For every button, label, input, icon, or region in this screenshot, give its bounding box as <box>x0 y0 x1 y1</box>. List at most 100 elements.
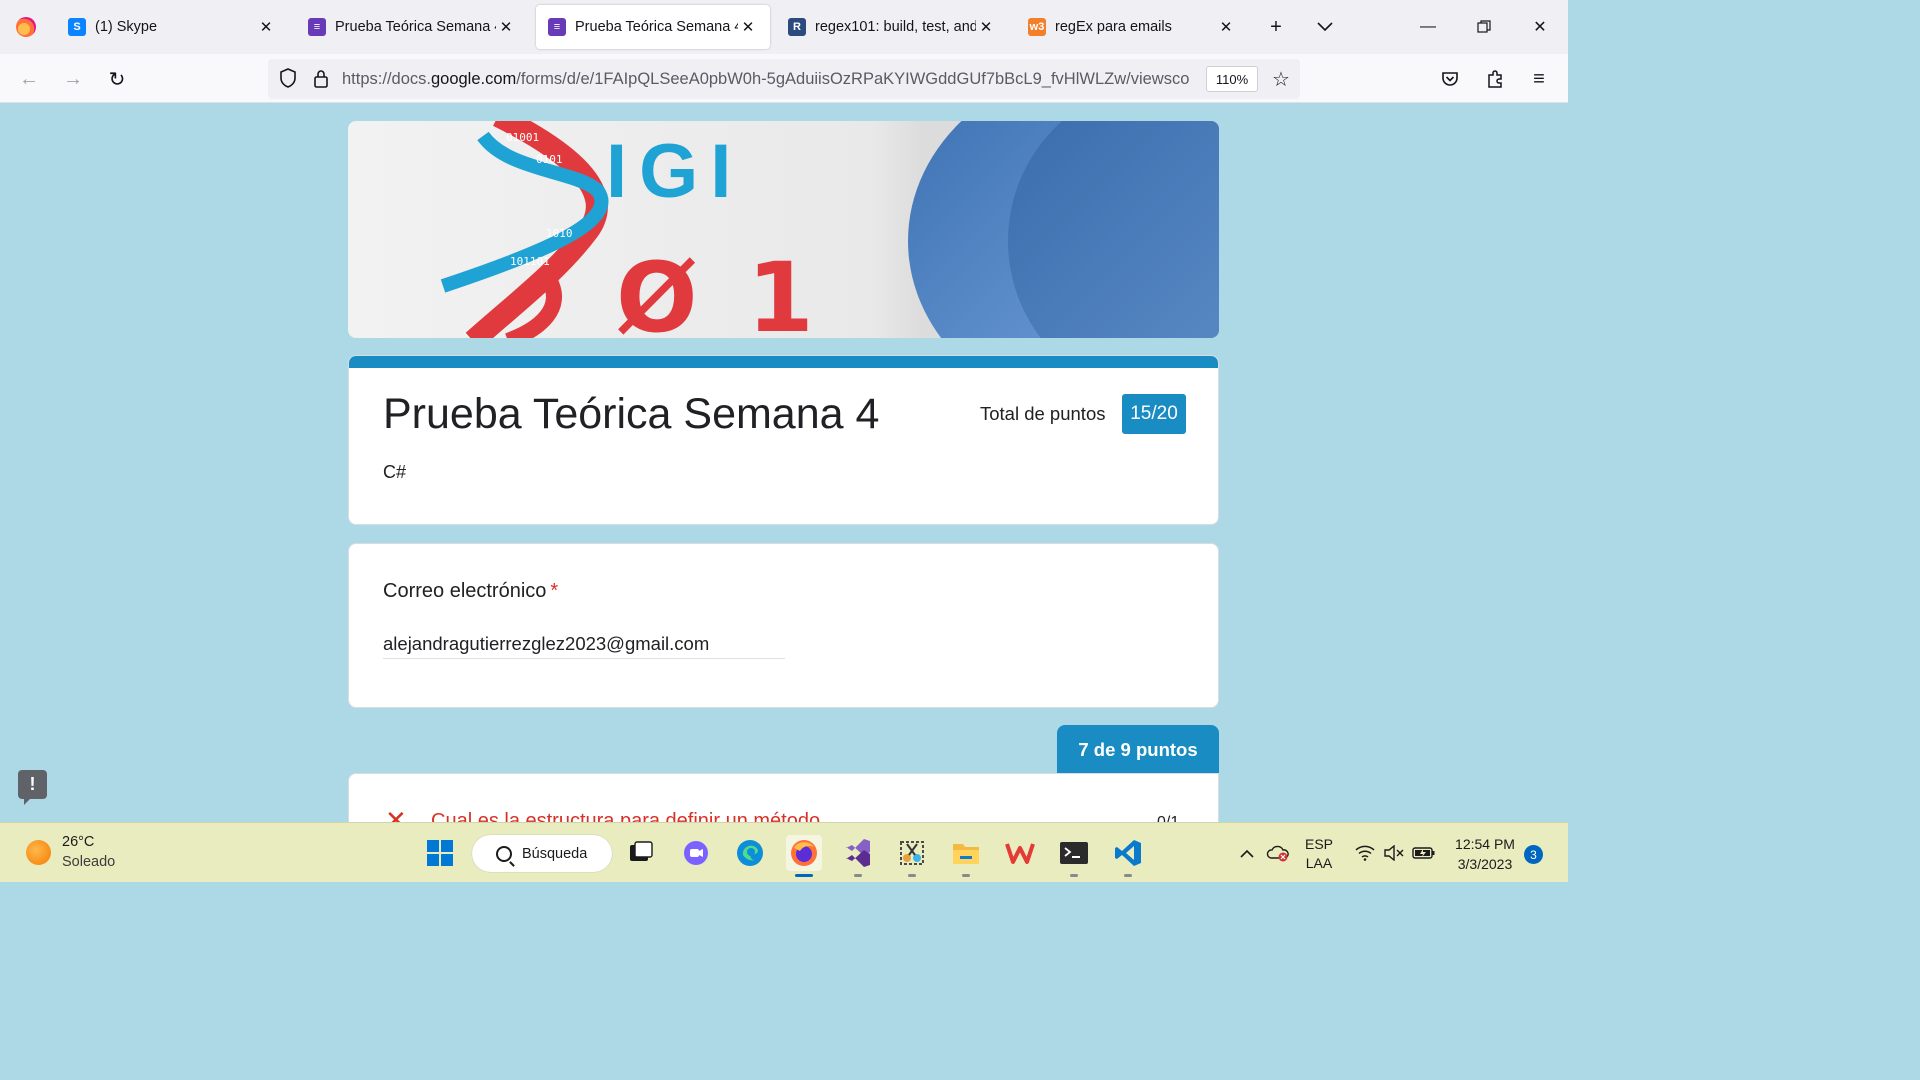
input-language-indicator[interactable]: ESP LAA <box>1302 835 1336 873</box>
tab-regex-emails[interactable]: w3 regEx para emails ✕ <box>1016 0 1248 54</box>
tab-label: Prueba Teórica Semana 4 <box>575 19 738 35</box>
form-header-banner: 01001 0101 1010 101101 IGI Ø 1 <box>348 121 1219 338</box>
wps-office-icon[interactable] <box>1002 835 1038 871</box>
snipping-tool-icon[interactable] <box>894 835 930 877</box>
regex101-icon: R <box>788 18 806 36</box>
email-question-label: Correo electrónico * <box>383 580 558 603</box>
weather-temperature[interactable]: 26°C <box>62 834 94 850</box>
taskbar-search-box[interactable]: Búsqueda <box>472 835 612 872</box>
windows-taskbar: 26°C Soleado Búsqueda ESP LAA 12:54 PM 3… <box>0 822 1568 882</box>
file-explorer-folder-icon[interactable] <box>948 835 984 877</box>
dna-bits-4: 101101 <box>510 255 550 268</box>
tracking-protection-shield-icon[interactable] <box>278 67 298 89</box>
tab-skype[interactable]: S (1) Skype ✕ <box>56 0 288 54</box>
tab-label: (1) Skype <box>95 19 158 35</box>
sun-weather-icon[interactable] <box>26 840 51 865</box>
forward-arrow-icon[interactable]: → <box>57 63 89 95</box>
email-answer-value: alejandragutierrezglez2023@gmail.com <box>383 633 785 659</box>
battery-charging-icon[interactable] <box>1410 823 1438 883</box>
report-feedback-icon[interactable]: ! <box>18 770 47 805</box>
reload-icon[interactable]: ↻ <box>101 63 133 95</box>
search-icon <box>496 845 512 862</box>
url-prefix: https://docs. <box>342 70 431 88</box>
email-label-text: Correo electrónico <box>383 580 547 602</box>
tab-label: regex101: build, test, and d <box>815 19 976 35</box>
list-all-tabs-chevron-icon[interactable] <box>1310 12 1340 42</box>
new-tab-plus-icon[interactable]: + <box>1261 12 1291 42</box>
windows-start-icon[interactable] <box>422 835 458 871</box>
firefox-taskbar-icon[interactable] <box>786 835 822 877</box>
running-indicator <box>1124 874 1132 877</box>
total-points-badge: 15/20 <box>1122 394 1186 434</box>
clock-time: 12:54 PM <box>1455 836 1515 852</box>
zoom-level-button[interactable]: 110% <box>1206 66 1258 92</box>
task-view-icon[interactable] <box>623 835 659 871</box>
google-forms-icon: ≡ <box>548 18 566 36</box>
tab-regex101[interactable]: R regex101: build, test, and d ✕ <box>776 0 1008 54</box>
dna-bits-3: 1010 <box>546 227 573 240</box>
terminal-icon[interactable] <box>1056 835 1092 877</box>
w3schools-icon: w3 <box>1028 18 1046 36</box>
address-bar[interactable]: https://docs.google.com/forms/d/e/1FAIpQ… <box>268 59 1300 99</box>
clock-date: 3/3/2023 <box>1457 856 1513 872</box>
logo-number-01: Ø 1 <box>616 242 822 338</box>
hamburger-menu-icon[interactable]: ≡ <box>1523 63 1555 95</box>
total-points-label: Total de puntos <box>980 403 1106 424</box>
close-window-icon[interactable]: ✕ <box>1512 0 1568 54</box>
close-tab-icon[interactable]: ✕ <box>1216 17 1236 37</box>
volume-muted-icon[interactable] <box>1381 823 1407 883</box>
google-forms-icon: ≡ <box>308 18 326 36</box>
url-path: /forms/d/e/1FAIpQLSeeA0pbW0h-5gAduiisOzR… <box>516 70 1190 88</box>
sigi-01-logo: 01001 0101 1010 101101 IGI Ø 1 <box>440 121 822 338</box>
close-tab-icon[interactable]: ✕ <box>738 17 758 37</box>
email-question-card: Correo electrónico * alejandragutierrezgl… <box>348 543 1219 708</box>
form-title: Prueba Teórica Semana 4 <box>383 390 880 438</box>
notification-count-badge[interactable]: 3 <box>1524 845 1543 864</box>
close-tab-icon[interactable]: ✕ <box>976 17 996 37</box>
restore-window-icon[interactable] <box>1456 0 1512 54</box>
search-label: Búsqueda <box>522 845 588 862</box>
close-tab-icon[interactable]: ✕ <box>496 17 516 37</box>
wifi-icon[interactable] <box>1352 823 1378 883</box>
vscode-icon[interactable] <box>1110 835 1146 877</box>
form-description: C# <box>383 462 407 482</box>
minimize-window-icon[interactable]: — <box>1400 0 1456 54</box>
tab-prueba-2-active[interactable]: ≡ Prueba Teórica Semana 4 ✕ <box>536 5 770 49</box>
logo-letters-igi: IGI <box>606 129 743 214</box>
visual-studio-icon[interactable] <box>840 835 876 877</box>
weather-description[interactable]: Soleado <box>62 854 115 870</box>
extensions-puzzle-icon[interactable] <box>1479 63 1511 95</box>
active-indicator <box>795 874 813 877</box>
skype-icon: S <box>68 18 86 36</box>
browser-navigation-bar: ← → ↻ https://docs.google.com/forms/d/e/… <box>0 54 1568 103</box>
url-domain: google.com <box>430 70 517 88</box>
edge-browser-icon[interactable] <box>732 835 768 871</box>
running-indicator <box>1070 874 1078 877</box>
onedrive-error-icon[interactable] <box>1264 823 1292 883</box>
teams-chat-icon[interactable] <box>678 835 714 871</box>
tab-label: regEx para emails <box>1055 19 1172 35</box>
tab-label: Prueba Teórica Semana 4 <box>335 19 496 35</box>
section-points-tab: 7 de 9 puntos <box>1057 725 1219 774</box>
close-tab-icon[interactable]: ✕ <box>256 17 276 37</box>
firefox-icon <box>16 17 36 37</box>
tab-prueba-1[interactable]: ≡ Prueba Teórica Semana 4 ✕ <box>296 0 528 54</box>
show-hidden-icons-chevron-icon[interactable] <box>1234 823 1260 883</box>
dna-bits-2: 0101 <box>536 153 563 166</box>
system-clock[interactable]: 12:54 PM 3/3/2023 <box>1448 834 1522 874</box>
firefox-view-button[interactable] <box>0 0 52 54</box>
required-asterisk: * <box>550 580 559 602</box>
pocket-icon[interactable] <box>1434 63 1466 95</box>
dna-bits-1: 01001 <box>506 131 539 144</box>
bookmark-star-icon[interactable]: ☆ <box>1268 66 1294 92</box>
back-arrow-icon[interactable]: ← <box>13 63 45 95</box>
url-text[interactable]: https://docs.google.com/forms/d/e/1FAIpQ… <box>342 70 1198 89</box>
language-code: ESP <box>1304 836 1333 852</box>
running-indicator <box>962 874 970 877</box>
browser-tab-strip: S (1) Skype ✕ ≡ Prueba Teórica Semana 4 … <box>0 0 1568 54</box>
running-indicator <box>854 874 862 877</box>
lock-icon[interactable] <box>312 68 330 90</box>
keyboard-layout-code: LAA <box>1305 855 1333 871</box>
accent-top-stripe <box>349 356 1218 368</box>
running-indicator <box>908 874 916 877</box>
